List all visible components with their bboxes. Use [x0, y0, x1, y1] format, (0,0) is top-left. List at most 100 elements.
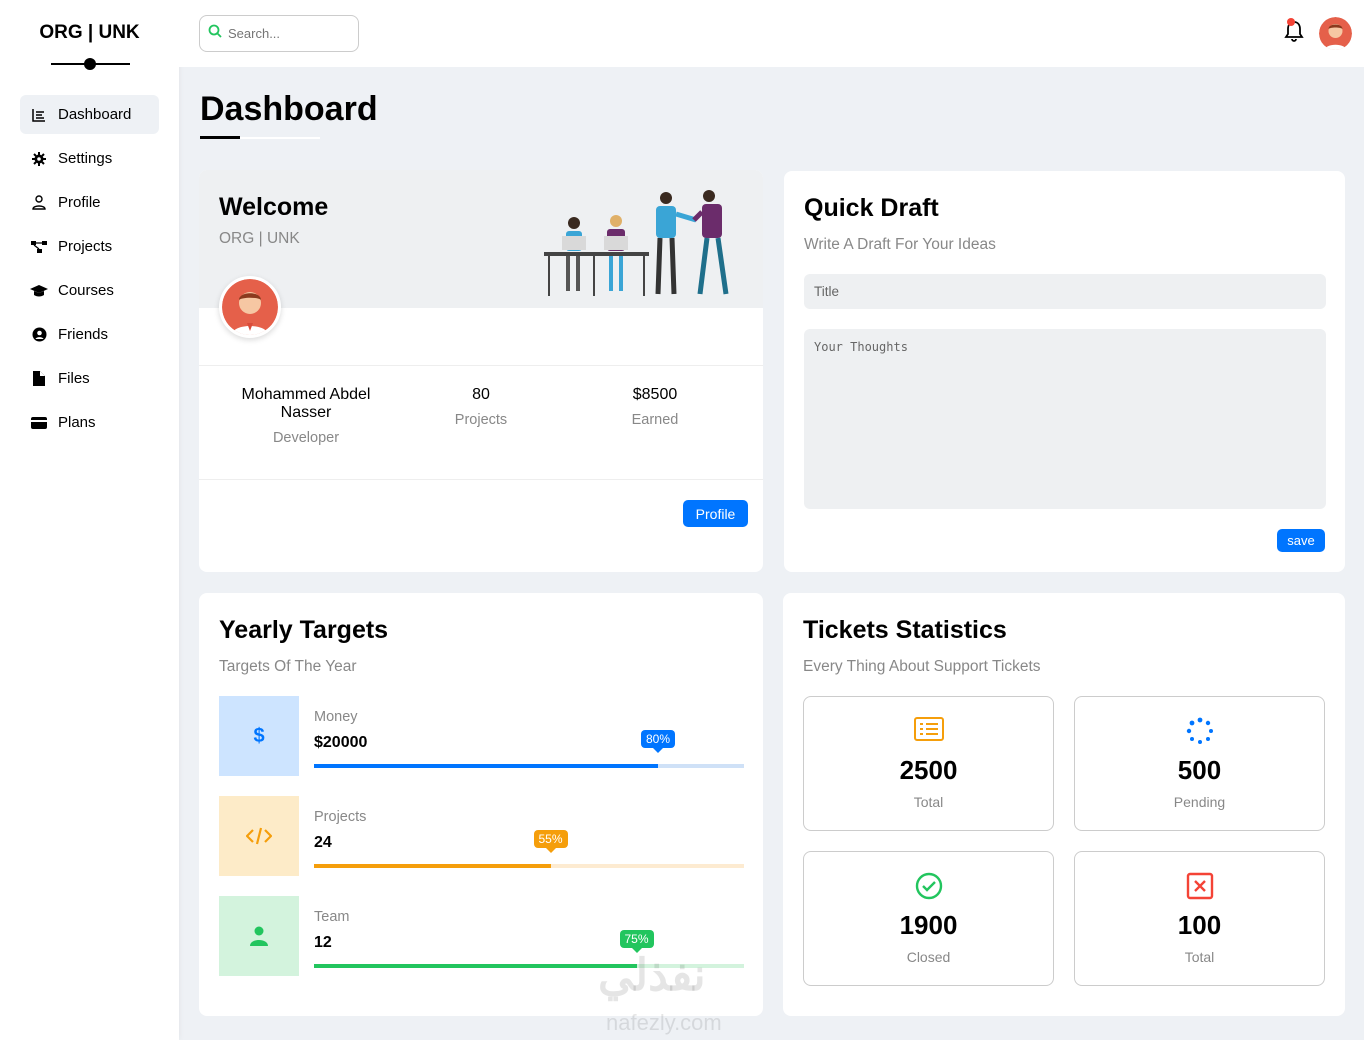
earned-stat: $8500 Earned [595, 386, 715, 428]
sidebar-item-settings[interactable]: Settings [20, 139, 159, 178]
sidebar-item-label: Friends [58, 326, 109, 343]
target-value: $20000 [314, 734, 368, 751]
watermark-latin: nafezly.com [606, 1010, 722, 1035]
welcome-subtitle: ORG | UNK [219, 230, 300, 247]
logo-dot [84, 58, 96, 70]
code-icon [219, 796, 299, 876]
progress-percent: 55% [533, 830, 568, 853]
welcome-avatar [219, 276, 281, 338]
target-money: $ Money $20000 80% [219, 696, 744, 776]
target-label: Projects [314, 809, 367, 825]
sidebar: ORG | UNK Dashboard Settings Profile Pro… [0, 0, 179, 1040]
team-illustration [544, 188, 744, 303]
ticket-value: 1900 [899, 910, 958, 940]
progress-fill [314, 864, 551, 868]
ticket-label: Closed [906, 949, 951, 965]
list-icon [804, 717, 1053, 745]
sidebar-item-label: Profile [58, 194, 101, 211]
welcome-stats: Mohammed Abdel Nasser Developer 80 Proje… [199, 365, 763, 480]
sidebar-item-label: Courses [58, 282, 114, 299]
target-value: 24 [314, 834, 332, 851]
user-icon [30, 194, 48, 212]
sidebar-item-label: Settings [58, 150, 113, 167]
sidebar-nav: Dashboard Settings Profile Projects Cour… [20, 95, 159, 447]
welcome-card: Welcome ORG | UNK Mohammed Abdel Nasser … [199, 170, 763, 572]
draft-title-input[interactable]: Title [804, 274, 1326, 309]
title-underline [200, 136, 240, 139]
progress-track [314, 864, 744, 868]
quick-draft-title: Quick Draft [804, 194, 939, 222]
progress-percent: 75% [619, 930, 654, 953]
earned-value: $8500 [632, 386, 678, 403]
ticket-pending: 500 Pending [1074, 696, 1325, 831]
targets-subtitle: Targets Of The Year [219, 658, 357, 675]
sidebar-item-friends[interactable]: Friends [20, 315, 159, 354]
ticket-value: 2500 [899, 755, 958, 785]
progress-fill [314, 764, 658, 768]
search-input[interactable] [228, 26, 348, 41]
sidebar-item-profile[interactable]: Profile [20, 183, 159, 222]
target-label: Team [314, 909, 350, 925]
ticket-total-2: 100 Total [1074, 851, 1325, 986]
ticket-value: 500 [1177, 755, 1222, 785]
user-name: Mohammed Abdel Nasser [241, 386, 371, 421]
draft-thoughts-textarea[interactable]: Your Thoughts [804, 329, 1326, 509]
close-square-icon [1075, 872, 1324, 900]
quick-draft-subtitle: Write A Draft For Your Ideas [804, 236, 996, 253]
file-icon [30, 370, 48, 388]
ticket-total: 2500 Total [803, 696, 1054, 831]
ticket-label: Total [1184, 949, 1215, 965]
sidebar-item-label: Plans [58, 414, 96, 431]
graduation-cap-icon [30, 282, 48, 300]
search-box [199, 15, 359, 52]
credit-card-icon [30, 414, 48, 432]
projects-label: Projects [454, 412, 508, 428]
avatar[interactable] [1319, 17, 1352, 50]
sidebar-item-plans[interactable]: Plans [20, 403, 159, 442]
dollar-icon: $ [219, 696, 299, 776]
user-circle-icon [30, 326, 48, 344]
tickets-title: Tickets Statistics [803, 616, 1007, 644]
save-button[interactable]: save [1277, 529, 1325, 552]
search-icon [208, 24, 222, 43]
gear-icon [30, 150, 48, 168]
user-icon [219, 896, 299, 976]
progress-track [314, 764, 744, 768]
sidebar-item-label: Dashboard [58, 106, 132, 123]
spinner-icon [1075, 717, 1324, 745]
sidebar-item-label: Projects [58, 238, 113, 255]
tickets-subtitle: Every Thing About Support Tickets [803, 658, 1041, 675]
progress-percent: 80% [641, 730, 676, 753]
earned-label: Earned [631, 412, 679, 428]
sidebar-item-projects[interactable]: Projects [20, 227, 159, 266]
tickets-card: Tickets Statistics Every Thing About Sup… [783, 593, 1345, 1016]
target-projects: Projects 24 55% [219, 796, 744, 876]
progress-fill [314, 964, 637, 968]
projects-stat: 80 Projects [421, 386, 541, 428]
ticket-value: 100 [1177, 910, 1222, 940]
sidebar-item-courses[interactable]: Courses [20, 271, 159, 310]
welcome-title: Welcome [219, 193, 329, 221]
sidebar-item-dashboard[interactable]: Dashboard [20, 95, 159, 134]
target-label: Money [314, 709, 358, 725]
quick-draft-card: Quick Draft Write A Draft For Your Ideas… [784, 171, 1345, 572]
sidebar-item-label: Files [58, 370, 90, 387]
profile-button[interactable]: Profile [683, 500, 748, 527]
ticket-label: Pending [1173, 794, 1226, 810]
title-underline-light [240, 137, 320, 139]
user-info: Mohammed Abdel Nasser Developer [221, 386, 391, 446]
target-value: 12 [314, 934, 332, 951]
watermark-arabic: نفذلي [598, 951, 706, 1000]
diagram-icon [30, 238, 48, 256]
sidebar-item-files[interactable]: Files [20, 359, 159, 398]
check-circle-icon [804, 872, 1053, 900]
page-title: Dashboard [200, 90, 378, 128]
chart-icon [30, 106, 48, 124]
topbar [179, 0, 1364, 67]
projects-value: 80 [472, 386, 490, 403]
ticket-closed: 1900 Closed [803, 851, 1054, 986]
notification-dot [1287, 18, 1295, 26]
logo: ORG | UNK [39, 22, 140, 43]
user-role: Developer [272, 430, 340, 446]
targets-title: Yearly Targets [219, 616, 389, 644]
